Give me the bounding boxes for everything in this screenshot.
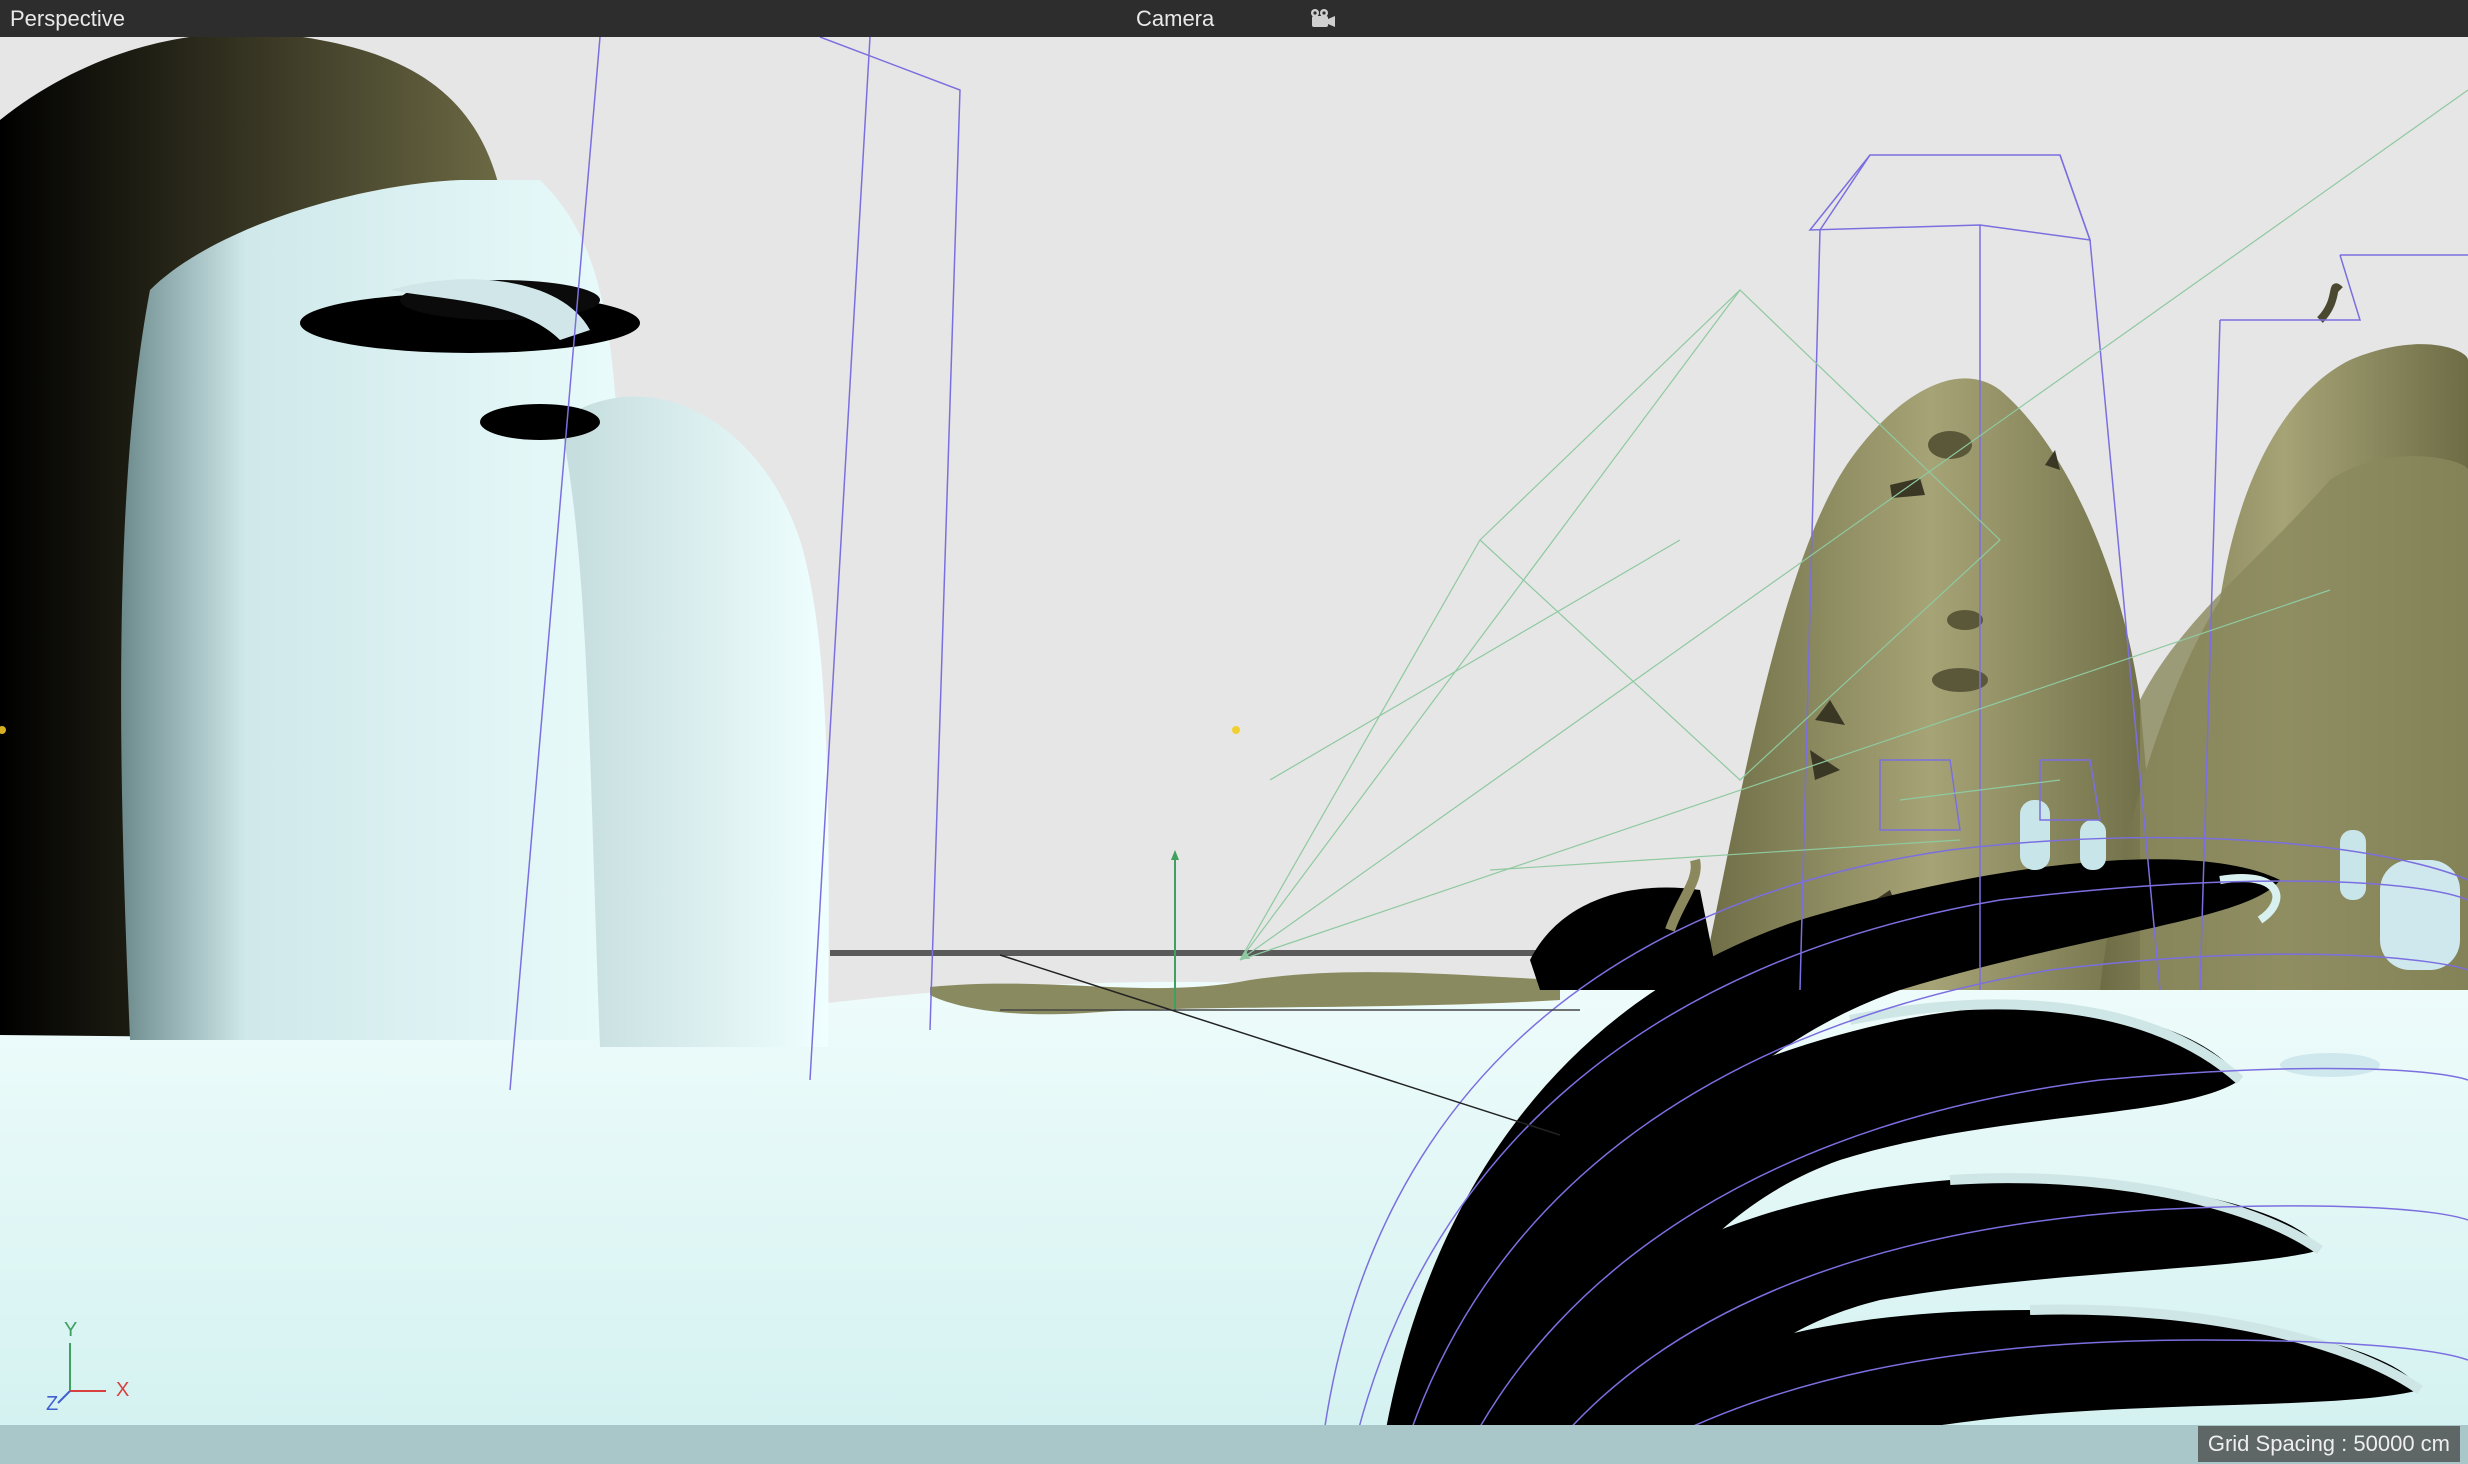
3d-viewport[interactable]: Perspective Camera Y X Z Grid Spacing: … bbox=[0, 0, 2468, 1464]
viewport-footer bbox=[0, 1425, 2468, 1464]
axis-x-label: X bbox=[116, 1379, 130, 1401]
axis-gizmo: Y X Z bbox=[36, 1319, 146, 1415]
view-name-label[interactable]: Perspective bbox=[10, 6, 125, 32]
snow-building bbox=[0, 37, 829, 1048]
scene-render[interactable] bbox=[0, 37, 2468, 1464]
axis-y-label: Y bbox=[64, 1319, 78, 1341]
camera-icon[interactable] bbox=[1306, 7, 1336, 31]
grid-spacing-readout: Grid Spacing : 50000 cm bbox=[2197, 1426, 2460, 1462]
axis-z-label: Z bbox=[46, 1393, 59, 1415]
viewport-header: Perspective Camera bbox=[0, 0, 2468, 37]
camera-label[interactable]: Camera bbox=[1136, 6, 1214, 32]
horizon-plane bbox=[830, 950, 1630, 956]
